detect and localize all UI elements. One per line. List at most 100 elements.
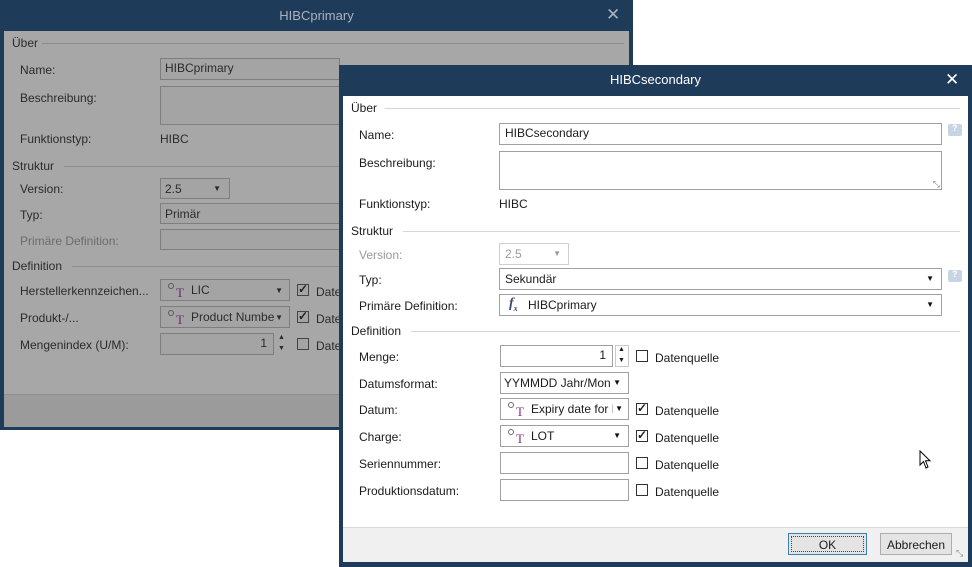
chevron-down-icon: ▼ xyxy=(613,404,623,413)
text-variable-icon: T xyxy=(506,401,528,419)
chevron-down-icon: ▼ xyxy=(213,184,221,193)
chevron-down-icon: ▼ xyxy=(553,249,561,258)
secondary-dialog-body: Über Name: HIBCsecondary Beschreibung: ⤡… xyxy=(343,96,968,562)
serial-number-input[interactable] xyxy=(500,452,629,474)
batch-value: LOT xyxy=(531,429,555,443)
svg-text:T: T xyxy=(176,312,184,325)
primary-description-label: Beschreibung: xyxy=(20,91,97,105)
resize-grip-icon[interactable]: ⤡ xyxy=(956,548,963,559)
primary-description-input[interactable] xyxy=(160,86,340,125)
primary-version-select[interactable]: 2.5 ▼ xyxy=(160,178,230,199)
primary-version-label: Version: xyxy=(20,182,64,196)
text-variable-icon: T xyxy=(166,309,188,327)
chevron-down-icon: ▼ xyxy=(613,378,621,387)
section-divider xyxy=(72,266,339,267)
batch-datasource-label: Datenquelle xyxy=(655,431,720,445)
chevron-down-icon: ▼ xyxy=(613,431,621,440)
primary-def-label: Primäre Definition: xyxy=(20,234,119,248)
section-divider xyxy=(42,43,624,44)
text-variable-icon: T xyxy=(506,428,528,446)
primary-datasource-label: Date xyxy=(316,285,342,299)
text-variable-icon: T xyxy=(166,282,188,300)
spin-down-icon[interactable]: ▼ xyxy=(618,357,625,364)
primary-type-label: Typ: xyxy=(20,208,43,222)
primary-manufacturer-select[interactable]: T LIC ▼ xyxy=(160,279,290,301)
mouse-cursor-icon xyxy=(919,449,933,473)
primary-definition-value: HIBCprimary xyxy=(528,298,597,312)
help-icon[interactable] xyxy=(948,269,962,282)
name-label: Name: xyxy=(359,128,395,142)
primary-function-type-value: HIBC xyxy=(160,132,189,146)
version-select: 2.5 ▼ xyxy=(499,243,569,265)
primary-definition-select[interactable]: fx HIBCprimary ▼ xyxy=(499,294,942,316)
primary-definition-label: Primäre Definition: xyxy=(359,299,458,313)
batch-datasource-checkbox[interactable] xyxy=(636,428,648,442)
description-label: Beschreibung: xyxy=(359,156,436,170)
batch-select[interactable]: T LOT ▼ xyxy=(500,425,629,447)
svg-text:T: T xyxy=(176,285,184,298)
dialog-footer: OK Abbrechen ⤡ xyxy=(343,527,968,562)
spin-up-icon[interactable]: ▲ xyxy=(618,346,625,353)
section-divider xyxy=(403,231,960,232)
function-type-label: Funktionstyp: xyxy=(359,197,431,211)
resize-grip-icon[interactable]: ⤡ xyxy=(933,179,940,190)
type-value: Sekundär xyxy=(505,272,557,286)
type-label: Typ: xyxy=(359,273,382,287)
chevron-down-icon: ▼ xyxy=(275,286,283,295)
date-value: Expiry date for H xyxy=(531,402,621,416)
primary-section-about: Über xyxy=(12,36,39,50)
primary-type-value: Primär xyxy=(165,207,201,221)
serial-number-label: Seriennummer: xyxy=(359,457,442,471)
primary-quantity-index-input[interactable]: 1 xyxy=(160,333,274,355)
version-label: Version: xyxy=(359,248,403,262)
primary-dialog-title: HIBCprimary xyxy=(279,8,354,23)
quantity-input[interactable]: 1 xyxy=(500,345,613,367)
primary-name-input[interactable]: HIBCprimary xyxy=(160,58,340,80)
quantity-stepper[interactable]: ▲ ▼ xyxy=(615,345,629,367)
primary-manufacturer-datasource-checkbox[interactable] xyxy=(297,282,309,296)
help-icon[interactable] xyxy=(948,123,962,136)
section-about-heading: Über xyxy=(351,101,378,115)
primary-product-value: Product Numbe xyxy=(191,310,275,324)
close-icon[interactable]: ✕ xyxy=(945,70,959,90)
secondary-dialog-title: HIBCsecondary xyxy=(609,72,702,87)
section-definition-heading: Definition xyxy=(351,324,402,338)
production-date-datasource-label: Datenquelle xyxy=(655,485,720,499)
primary-quantity-spinner[interactable]: ▲ ▼ xyxy=(276,333,288,355)
batch-label: Charge: xyxy=(359,430,402,444)
primary-dialog-titlebar[interactable]: HIBCprimary ✕ xyxy=(0,0,633,31)
chevron-down-icon: ▼ xyxy=(275,313,283,322)
chevron-down-icon: ▼ xyxy=(926,274,934,283)
date-format-select[interactable]: YYMMDD Jahr/Mon ▼ xyxy=(500,372,629,394)
date-select[interactable]: T Expiry date for H ▼ xyxy=(500,398,629,420)
production-date-input[interactable] xyxy=(500,479,629,501)
name-input[interactable]: HIBCsecondary xyxy=(499,123,942,145)
description-textarea[interactable]: ⤡ xyxy=(499,151,942,190)
primary-manufacturer-label: Herstellerkennzeichen... xyxy=(20,284,149,298)
serial-datasource-checkbox[interactable] xyxy=(636,457,648,469)
primary-def-select xyxy=(160,229,340,250)
primary-product-datasource-checkbox[interactable] xyxy=(297,309,309,323)
production-date-datasource-checkbox[interactable] xyxy=(636,484,648,496)
version-value: 2.5 xyxy=(505,247,522,261)
spin-up-icon[interactable]: ▲ xyxy=(278,334,285,341)
ok-button[interactable]: OK xyxy=(788,533,867,555)
primary-quantity-datasource-checkbox[interactable] xyxy=(297,338,309,350)
type-select[interactable]: Sekundär ▼ xyxy=(499,268,942,290)
primary-type-select[interactable]: Primär xyxy=(160,203,340,224)
primary-datasource-label: Date xyxy=(316,312,342,326)
spin-down-icon[interactable]: ▼ xyxy=(278,345,285,352)
section-divider xyxy=(385,108,960,109)
primary-product-select[interactable]: T Product Numbe ▼ xyxy=(160,306,290,328)
date-datasource-checkbox[interactable] xyxy=(636,401,648,415)
date-datasource-label: Datenquelle xyxy=(655,404,720,418)
primary-datasource-label: Date xyxy=(316,339,342,353)
primary-product-label: Produkt-/... xyxy=(20,311,79,325)
primary-function-type-label: Funktionstyp: xyxy=(20,132,92,146)
cancel-button[interactable]: Abbrechen xyxy=(880,533,952,555)
chevron-down-icon: ▼ xyxy=(926,300,934,309)
primary-close-icon[interactable]: ✕ xyxy=(606,5,620,25)
quantity-datasource-checkbox[interactable] xyxy=(636,350,648,362)
section-divider xyxy=(64,166,339,167)
function-type-value: HIBC xyxy=(499,197,528,211)
